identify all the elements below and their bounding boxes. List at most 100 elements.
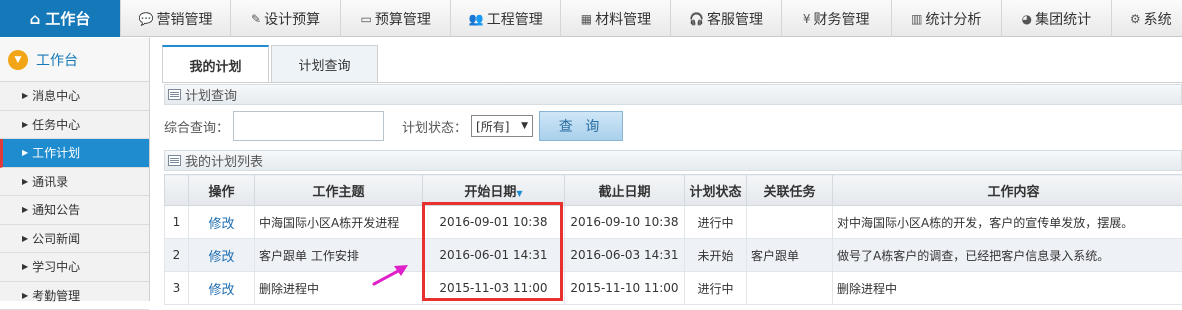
column-header-start-date[interactable]: 开始日期▼	[423, 175, 565, 206]
sidebar-item-label: 任务中心	[32, 116, 80, 133]
sidebar-item-label: 通讯录	[32, 173, 68, 190]
status-select[interactable]: [所有] ▼	[471, 115, 533, 137]
nav-item-label: 营销管理	[156, 9, 212, 29]
row-status: 进行中	[685, 272, 747, 305]
chart-icon: ▥	[911, 12, 922, 26]
sidebar-item-attendance[interactable]: ▶ 考勤管理	[0, 282, 149, 310]
status-select-value: [所有]	[476, 118, 509, 135]
list-section-header: 我的计划列表	[164, 150, 1182, 171]
column-header-task[interactable]: 关联任务	[747, 175, 833, 206]
row-status: 未开始	[685, 239, 747, 272]
annotation-arrow-icon	[370, 260, 414, 290]
caret-right-icon: ▶	[22, 177, 28, 186]
chat-icon: 💬	[139, 12, 154, 26]
nav-item-material[interactable]: ▦ 材料管理	[560, 0, 670, 37]
tab-my-plans[interactable]: 我的计划	[162, 45, 269, 83]
column-header-subject[interactable]: 工作主题	[255, 175, 423, 206]
nav-item-label: 材料管理	[595, 9, 651, 29]
sidebar: ▼ 工作台 ▶ 消息中心 ▶ 任务中心 ▶ 工作计划 ▶ 通讯录 ▶ 通知公告 …	[0, 38, 150, 301]
nav-home-workbench[interactable]: ⌂ 工作台	[0, 0, 120, 37]
caret-right-icon: ▶	[22, 262, 28, 271]
sidebar-item-news[interactable]: ▶ 公司新闻	[0, 225, 149, 254]
chevron-down-icon: ▼	[521, 121, 528, 131]
caret-right-icon: ▶	[22, 120, 28, 129]
edit-link[interactable]: 修改	[208, 250, 234, 265]
pie-icon: ◕	[1022, 12, 1032, 26]
column-header-index	[165, 175, 189, 206]
table-row[interactable]: 1 修改 中海国际小区A栋开发进程 2016-09-01 10:38 2016-…	[165, 206, 1182, 239]
nav-item-label: 系统	[1144, 9, 1172, 29]
sidebar-item-work-plan[interactable]: ▶ 工作计划	[0, 139, 149, 168]
nav-item-label: 预算管理	[375, 9, 431, 29]
row-start-date: 2016-06-01 14:31	[423, 239, 565, 272]
list-icon	[168, 155, 181, 166]
sidebar-item-contacts[interactable]: ▶ 通讯录	[0, 168, 149, 197]
nav-item-design-budget[interactable]: ✎ 设计预算	[230, 0, 340, 37]
table-row[interactable]: 3 修改 删除进程中 2015-11-03 11:00 2015-11-10 1…	[165, 272, 1182, 305]
nav-item-service[interactable]: 🎧 客服管理	[670, 0, 780, 37]
nav-item-label: 客服管理	[707, 9, 763, 29]
sidebar-item-label: 公司新闻	[32, 230, 80, 247]
sidebar-item-notices[interactable]: ▶ 通知公告	[0, 196, 149, 225]
nav-item-statistics[interactable]: ▥ 统计分析	[891, 0, 1001, 37]
row-status: 进行中	[685, 206, 747, 239]
sidebar-item-label: 学习中心	[32, 258, 80, 275]
row-end-date: 2015-11-10 11:00	[565, 272, 685, 305]
row-action: 修改	[189, 272, 255, 305]
row-start-date: 2015-11-03 11:00	[423, 272, 565, 305]
gear-icon: ⚙	[1130, 12, 1141, 26]
nav-item-group-stats[interactable]: ◕ 集团统计	[1001, 0, 1111, 37]
keyword-input[interactable]	[233, 111, 384, 141]
plan-table: 操作 工作主题 开始日期▼ 截止日期 计划状态 关联任务 工作内容 1 修改 中…	[164, 174, 1182, 305]
query-button[interactable]: 查 询	[539, 111, 623, 141]
sidebar-item-tasks[interactable]: ▶ 任务中心	[0, 111, 149, 140]
row-content: 对中海国际小区A栋的开发，客户的宣传单发放，摆展。	[833, 206, 1182, 239]
caret-right-icon: ▶	[22, 91, 28, 100]
sidebar-header[interactable]: ▼ 工作台	[0, 38, 149, 82]
search-form: 综合查询： 计划状态： [所有] ▼ 查 询	[164, 109, 1182, 143]
row-content: 做号了A栋客户的调查，已经把客户信息录入系统。	[833, 239, 1182, 272]
nav-item-budget[interactable]: ▭ 预算管理	[340, 0, 450, 37]
row-end-date: 2016-06-03 14:31	[565, 239, 685, 272]
column-header-end-date[interactable]: 截止日期	[565, 175, 685, 206]
sidebar-item-messages[interactable]: ▶ 消息中心	[0, 82, 149, 111]
top-navigation: ⌂ 工作台 💬 营销管理 ✎ 设计预算 ▭ 预算管理 👥 工程管理 ▦ 材料管理…	[0, 0, 1182, 37]
sidebar-item-learning[interactable]: ▶ 学习中心	[0, 253, 149, 282]
row-action: 修改	[189, 239, 255, 272]
edit-link[interactable]: 修改	[208, 283, 234, 298]
column-header-status[interactable]: 计划状态	[685, 175, 747, 206]
tab-bar: 我的计划 计划查询	[162, 45, 380, 83]
nav-item-project[interactable]: 👥 工程管理	[450, 0, 560, 37]
row-action: 修改	[189, 206, 255, 239]
sidebar-item-label: 消息中心	[32, 87, 80, 104]
column-header-content[interactable]: 工作内容	[833, 175, 1182, 206]
chevron-down-icon: ▼	[8, 50, 28, 70]
row-task: 客户跟单	[747, 239, 833, 272]
column-header-action: 操作	[189, 175, 255, 206]
caret-right-icon: ▶	[22, 234, 28, 243]
row-subject: 中海国际小区A栋开发进程	[255, 206, 423, 239]
row-task	[747, 206, 833, 239]
status-label: 计划状态：	[402, 117, 467, 136]
query-section-header: 计划查询	[164, 84, 1182, 105]
sidebar-item-label: 考勤管理	[32, 287, 80, 304]
list-section-title: 我的计划列表	[185, 151, 263, 170]
nav-item-finance[interactable]: ¥ 财务管理	[781, 0, 891, 37]
row-index: 1	[165, 206, 189, 239]
keyword-label: 综合查询：	[164, 117, 229, 136]
nav-item-system[interactable]: ⚙ 系统	[1111, 0, 1182, 37]
caret-right-icon: ▶	[22, 291, 28, 300]
tab-plan-query[interactable]: 计划查询	[271, 45, 378, 83]
nav-item-label: 财务管理	[813, 9, 869, 29]
grid-icon: ▦	[581, 12, 592, 26]
nav-item-label: 统计分析	[925, 9, 981, 29]
nav-home-label: 工作台	[45, 8, 90, 29]
row-start-date: 2016-09-01 10:38	[423, 206, 565, 239]
list-icon	[168, 89, 181, 100]
column-header-label: 开始日期	[464, 185, 516, 200]
row-task	[747, 272, 833, 305]
caret-right-icon: ▶	[22, 148, 28, 157]
table-row[interactable]: 2 修改 客户跟单 工作安排 2016-06-01 14:31 2016-06-…	[165, 239, 1182, 272]
edit-link[interactable]: 修改	[208, 217, 234, 232]
nav-item-marketing[interactable]: 💬 营销管理	[120, 0, 230, 37]
